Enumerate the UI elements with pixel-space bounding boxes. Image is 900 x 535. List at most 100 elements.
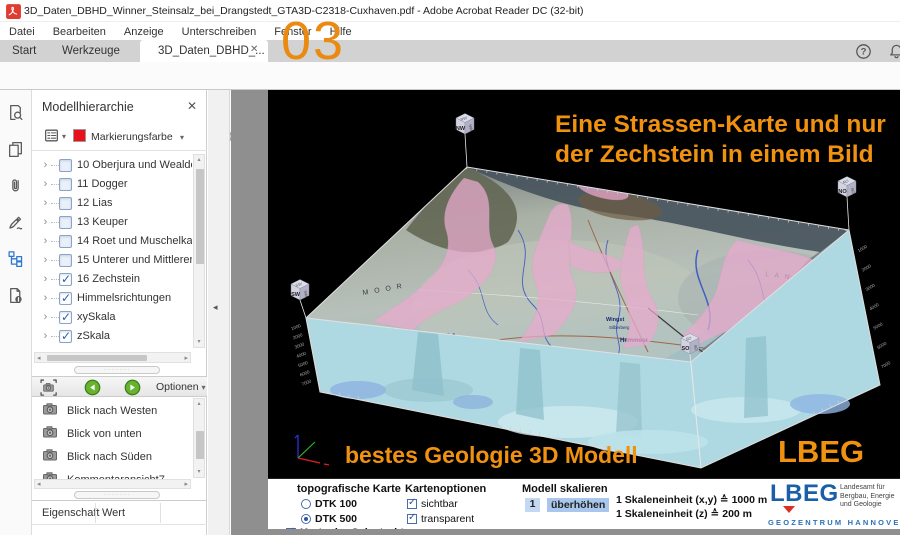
tree-item[interactable]: › 15 Unterer und Mittlerer Bur: [40, 251, 192, 269]
attachments-icon[interactable]: [7, 177, 25, 195]
scale-exaggerate-button[interactable]: überhöhen: [547, 498, 609, 512]
visibility-checkbox[interactable]: [59, 235, 72, 248]
visibility-checkbox[interactable]: [59, 254, 72, 267]
expander-icon[interactable]: ›: [40, 216, 51, 228]
expander-icon[interactable]: ›: [40, 273, 51, 285]
visible-checkbox[interactable]: sichtbar: [407, 498, 458, 510]
views-splitter-handle[interactable]: ··········: [74, 491, 160, 499]
expander-icon[interactable]: ›: [40, 254, 51, 266]
menu-unterschreiben[interactable]: Unterschreiben: [173, 23, 266, 41]
expander-icon[interactable]: ›: [40, 235, 51, 247]
dtk100-radio[interactable]: DTK 100: [301, 498, 357, 510]
view-item[interactable]: Blick von unten: [42, 423, 142, 445]
transparent-checkbox-icon[interactable]: [407, 514, 417, 524]
help-icon[interactable]: ?: [855, 43, 872, 60]
visibility-checkbox[interactable]: [59, 292, 72, 305]
create-view-icon[interactable]: [40, 379, 57, 396]
views-vscrollbar[interactable]: ▴ ▾: [193, 398, 205, 478]
visibility-checkbox[interactable]: [59, 330, 72, 343]
expander-icon[interactable]: ›: [40, 292, 51, 304]
visibility-checkbox[interactable]: [59, 273, 72, 286]
tree-item[interactable]: › 16 Zechstein: [40, 270, 192, 288]
visibility-checkbox[interactable]: [59, 311, 72, 324]
tree-item[interactable]: › xySkala: [40, 308, 192, 326]
tree-scroll-up-icon[interactable]: ▴: [194, 156, 204, 164]
expander-icon[interactable]: ›: [40, 197, 51, 209]
tree-scroll-right-icon[interactable]: ▸: [184, 354, 188, 362]
tree-item-label[interactable]: zSkala: [77, 330, 110, 342]
tree-item[interactable]: › 11 Dogger: [40, 175, 192, 193]
tree-item-label[interactable]: 13 Keuper: [77, 216, 128, 228]
view-item[interactable]: Blick nach Süden: [42, 446, 152, 468]
next-view-icon[interactable]: [124, 379, 141, 396]
views-scroll-down-icon[interactable]: ▾: [194, 468, 204, 476]
list-view-icon[interactable]: [43, 127, 60, 144]
tree-item-label[interactable]: 14 Roet und Muschelkalk: [77, 235, 192, 247]
compass-cube-nw[interactable]: NWNWNW: [456, 114, 474, 168]
visibility-checkbox[interactable]: [59, 178, 72, 191]
tree-item[interactable]: › 12 Lias: [40, 194, 192, 212]
model-tree-icon[interactable]: [7, 250, 25, 268]
tree-vscrollbar[interactable]: ▴ ▾: [193, 154, 205, 348]
tree-hscrollbar[interactable]: ◂ ▸: [34, 352, 191, 363]
signature-icon[interactable]: [7, 214, 25, 232]
views-scroll-left-icon[interactable]: ◂: [37, 480, 41, 488]
views-vscroll-thumb[interactable]: [196, 431, 204, 459]
tab-werkzeuge[interactable]: Werkzeuge: [62, 45, 120, 57]
list-view-caret-icon[interactable]: ▾: [62, 132, 66, 141]
visibility-checkbox[interactable]: [59, 197, 72, 210]
tab-close-icon[interactable]: ✕: [250, 44, 258, 55]
tree-vscroll-thumb[interactable]: [196, 169, 204, 264]
views-options-button[interactable]: Optionen ▾: [156, 381, 206, 393]
tree-item-label[interactable]: 12 Lias: [77, 197, 112, 209]
page-copy-icon[interactable]: [7, 141, 25, 159]
visibility-checkbox[interactable]: [59, 216, 72, 229]
dtk100-radio-icon[interactable]: [301, 499, 311, 509]
visible-checkbox-icon[interactable]: [407, 499, 417, 509]
panel-splitter-handle[interactable]: ··········: [74, 366, 160, 374]
transparent-checkbox[interactable]: transparent: [407, 513, 474, 525]
views-scroll-up-icon[interactable]: ▴: [194, 400, 204, 408]
tree-scroll-left-icon[interactable]: ◂: [37, 354, 41, 362]
tree-item[interactable]: › Himmelsrichtungen: [40, 289, 192, 307]
menu-bearbeiten[interactable]: Bearbeiten: [44, 23, 115, 41]
3d-canvas[interactable]: Bad BederkesaHemmoorWingstSilberbergDran…: [268, 90, 900, 478]
visibility-checkbox[interactable]: [59, 159, 72, 172]
marker-color-caret-icon[interactable]: ▾: [180, 133, 184, 142]
tree-item[interactable]: › zSkala: [40, 327, 192, 345]
expander-icon[interactable]: ›: [40, 330, 51, 342]
tree-item[interactable]: › 14 Roet und Muschelkalk: [40, 232, 192, 250]
previous-view-icon[interactable]: [84, 379, 101, 396]
panel-close-icon[interactable]: ✕: [187, 99, 197, 113]
views-scroll-right-icon[interactable]: ▸: [184, 480, 188, 488]
views-hscrollbar[interactable]: ◂ ▸: [34, 479, 191, 489]
view-item[interactable]: Blick nach Westen: [42, 400, 157, 422]
tree-item[interactable]: › 13 Keuper: [40, 213, 192, 231]
tree-item[interactable]: › 10 Oberjura und Wealden: [40, 156, 192, 174]
panel-collapse-icon[interactable]: ◂: [213, 302, 218, 313]
tree-item-label[interactable]: xySkala: [77, 311, 116, 323]
compass-cube-sw[interactable]: SWSWSW: [291, 280, 309, 319]
panel-splitter-strip[interactable]: ◂: [208, 90, 230, 535]
tree-item-label[interactable]: 11 Dogger: [77, 178, 128, 190]
view-item[interactable]: Kommentaransicht7: [42, 469, 165, 479]
tree-item-label[interactable]: 16 Zechstein: [77, 273, 140, 285]
bell-icon[interactable]: [888, 43, 900, 60]
document-search-icon[interactable]: [7, 104, 25, 122]
dtk500-radio[interactable]: DTK 500: [301, 513, 357, 525]
tree-hscroll-thumb[interactable]: [47, 355, 147, 361]
menu-anzeige[interactable]: Anzeige: [115, 23, 173, 41]
expander-icon[interactable]: ›: [40, 159, 51, 171]
tree-scroll-down-icon[interactable]: ▾: [194, 338, 204, 346]
tree-item-label[interactable]: Himmelsrichtungen: [77, 292, 171, 304]
menu-datei[interactable]: Datei: [0, 23, 44, 41]
expander-icon[interactable]: ›: [40, 178, 51, 190]
tab-document[interactable]: 3D_Daten_DBHD_... ✕: [140, 40, 268, 62]
tree-item-label[interactable]: 15 Unterer und Mittlerer Bur: [77, 254, 192, 266]
tree-item-label[interactable]: 10 Oberjura und Wealden: [77, 159, 192, 171]
document-info-icon[interactable]: [7, 287, 25, 305]
marker-color-swatch[interactable]: [73, 129, 86, 142]
dtk500-radio-icon[interactable]: [301, 514, 311, 524]
expander-icon[interactable]: ›: [40, 311, 51, 323]
compass-cube-no[interactable]: NONONO: [838, 177, 856, 231]
